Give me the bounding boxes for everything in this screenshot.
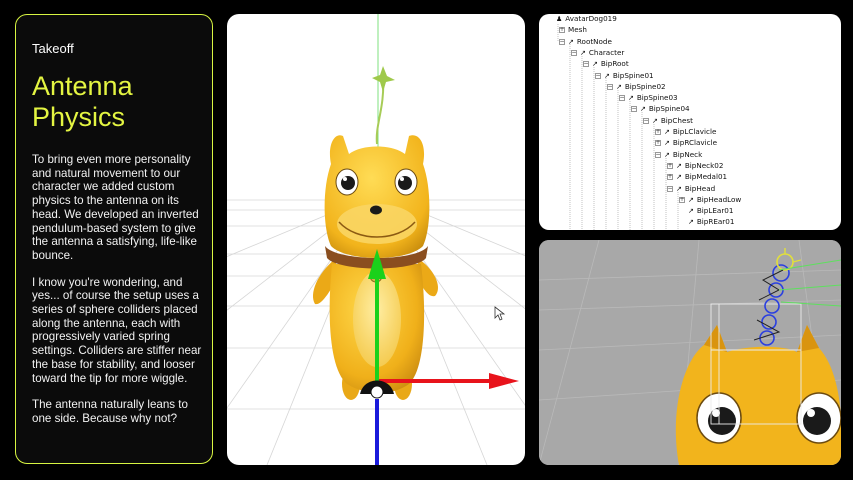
tree-row[interactable]: − ↗ BipChest [643,116,693,126]
tree-row[interactable]: − ↗ BipHead [667,184,715,194]
bone-icon: ↗ [592,60,598,69]
collapse-icon[interactable]: − [607,83,613,90]
expand-icon[interactable]: + [655,140,661,147]
info-card: Takeoff Antenna Physics To bring even mo… [15,14,213,464]
tree-node-label: BipRClavicle [672,138,718,148]
tree-node-label: Mesh [568,25,587,35]
collapse-icon[interactable]: − [631,106,637,113]
tree-row[interactable]: − ↗ BipSpine03 [619,93,678,103]
closeup-scene[interactable] [539,240,841,465]
tree-row[interactable]: ↗ BipREar01 [679,217,734,227]
collapse-icon[interactable]: − [667,185,673,192]
card-body: To bring even more personality and natur… [32,153,206,439]
tree-row[interactable]: − ↗ BipSpine01 [595,71,654,81]
closeup-3d-viewport[interactable] [539,240,841,465]
viewport-scene[interactable] [227,14,525,465]
bone-icon: ↗ [616,82,622,91]
bone-icon: ↗ [628,94,634,103]
bone-icon: ↗ [664,150,670,159]
bone-icon: ↗ [568,37,574,46]
collapse-icon[interactable]: − [595,72,601,79]
tree-node-label: BipSpine02 [624,81,666,91]
tree-node-label: BipLEar01 [696,206,734,216]
tree-row[interactable]: + ↗ BipMedal01 [667,172,727,182]
tree-node-label: BipNeck02 [684,160,724,170]
bone-icon: ↗ [688,207,694,216]
dog-eye-left [335,168,359,196]
tree-node-label: BipSpine04 [648,104,690,114]
bone-icon: ↗ [640,105,646,114]
bone-icon: ↗ [664,128,670,136]
tree-row[interactable]: − ↗ BipSpine04 [631,104,690,114]
tree-node-label: BipSpine01 [612,70,654,80]
tree-row[interactable]: − ↗ RootNode [559,37,612,47]
bone-icon: ↗ [580,48,586,57]
bone-icon: ↗ [676,173,682,182]
collapse-icon[interactable]: − [619,95,625,102]
expand-icon[interactable]: + [559,27,565,34]
card-paragraph: The antenna naturally leans to one side.… [32,398,188,425]
card-paragraph: I know you're wondering, and yes... of c… [32,275,202,385]
dog-nose [370,205,382,215]
bone-icon: ↗ [604,71,610,80]
collapse-icon[interactable]: − [655,151,661,158]
tree-node-label: Character [588,47,625,57]
tree-node-label: BipMedal01 [684,172,728,182]
card-paragraph: To bring even more personality and natur… [32,153,199,262]
bone-icon: ↗ [688,218,694,227]
tree-node-label: RootNode [576,36,612,46]
tree-node-label: BipREar01 [696,217,735,227]
expand-icon[interactable]: + [667,174,673,181]
closeup-eye-right [796,392,841,444]
expand-icon[interactable]: + [667,162,673,169]
tree-node-label: AvatarDog019 [565,14,617,23]
tree-row[interactable]: − ↗ BipSpine02 [607,82,666,92]
collapse-icon[interactable]: − [583,61,589,68]
card-title: Antenna Physics [32,71,133,132]
mouse-cursor-icon [494,306,506,321]
bone-hierarchy-panel[interactable]: ♟ AvatarDog019 + Mesh − ↗ RootNode − ↗ Character −… [539,14,841,230]
user-icon: ♟ [556,15,563,23]
tree-row[interactable]: + ↗ BipNeck02 [667,161,723,171]
tree-node-label: BipChest [660,115,693,125]
tree-node-label: BipHead [684,183,716,193]
tree-node-label: BipSpine03 [636,93,678,103]
tree-row[interactable]: + Mesh [559,25,587,35]
tree-node-label: BipNeck [672,149,703,159]
collapse-icon[interactable]: − [559,38,565,45]
dog-eye-right [394,168,418,196]
expand-icon[interactable]: + [655,129,661,135]
tree-row[interactable]: + ↗ BipHeadLow [679,195,741,205]
collapse-icon[interactable]: − [643,117,649,124]
tree-row[interactable]: − ↗ BipNeck [655,150,702,160]
tree-row[interactable]: + ↗ BipLClavicle [655,127,716,137]
tree-node-label: BipHeadLow [696,194,742,204]
tree-node-label: BipLClavicle [672,127,717,136]
bone-icon: ↗ [676,184,682,193]
tree-row[interactable]: ♟ AvatarDog019 [547,14,617,24]
collapse-icon[interactable]: − [571,49,577,56]
tree-row[interactable]: − ↗ BipRoot [583,59,629,69]
bone-icon: ↗ [664,139,670,148]
bone-icon: ↗ [676,161,682,170]
card-eyebrow: Takeoff [32,41,74,56]
tree-row[interactable]: ↗ BipLEar01 [679,206,733,216]
expand-icon[interactable]: + [679,196,685,203]
bone-icon: ↗ [652,116,658,125]
bone-icon: ↗ [688,195,694,204]
antenna-tip [372,66,395,92]
tree-node-label: BipRoot [600,59,629,69]
main-3d-viewport[interactable] [227,14,525,465]
tree-row[interactable]: + ↗ BipRClavicle [655,138,717,148]
tree-row[interactable]: − ↗ Character [571,48,624,58]
